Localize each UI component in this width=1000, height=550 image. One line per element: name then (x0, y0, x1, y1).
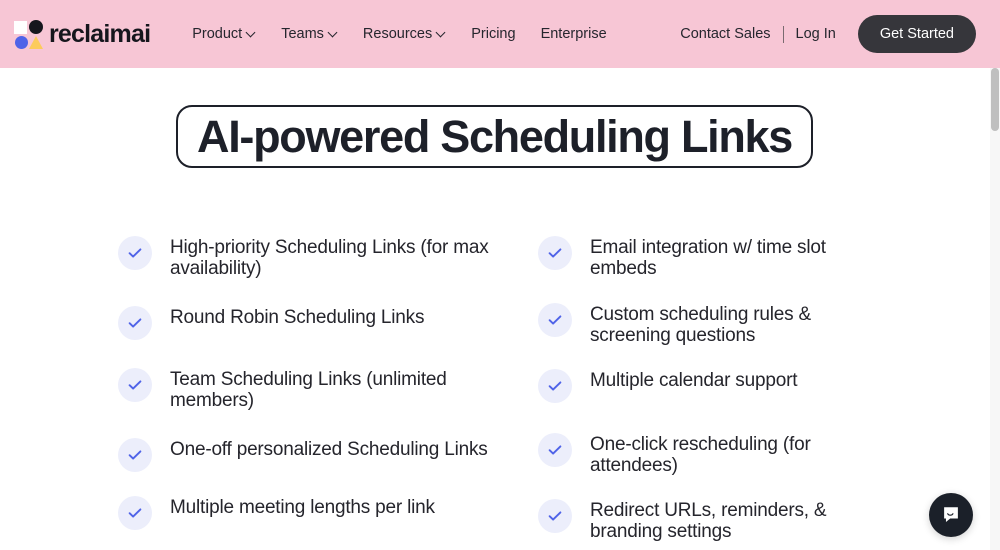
chat-bubble-icon (944, 507, 958, 523)
list-item: One-off personalized Scheduling Links (118, 434, 538, 474)
page-scrollbar-thumb[interactable] (991, 68, 999, 131)
list-item: Multiple calendar support (538, 365, 908, 405)
primary-nav: Product Teams Resources Pricing Enterpri… (192, 27, 606, 42)
chevron-down-icon (329, 29, 338, 38)
logo-square-shape (14, 20, 27, 34)
nav-item-product[interactable]: Product (192, 27, 256, 42)
list-item-label: Round Robin Scheduling Links (170, 306, 425, 328)
brand-logo[interactable]: reclaimai (14, 19, 151, 50)
list-item-label: Email integration w/ time slot embeds (590, 237, 826, 280)
check-icon (118, 367, 152, 402)
nav-item-pricing-label: Pricing (471, 25, 516, 42)
list-item: Multiple meeting lengths per link (118, 492, 538, 532)
check-icon (118, 437, 152, 472)
logo-dark-circle-shape (29, 19, 43, 34)
list-item-label: High-priority Scheduling Links (for max … (170, 237, 489, 280)
nav-item-enterprise[interactable]: Enterprise (541, 27, 607, 42)
check-icon (118, 495, 152, 530)
brand-name: reclaimai (49, 19, 151, 48)
list-item-label: Redirect URLs, reminders, & branding set… (590, 499, 827, 543)
list-item-label: Multiple calendar support (590, 369, 798, 391)
nav-item-enterprise-label: Enterprise (540, 25, 607, 42)
list-item-label: Custom scheduling rules & screening ques… (590, 303, 811, 347)
list-item-label: One-click rescheduling (for attendees) (590, 433, 811, 477)
list-item: Email integration w/ time slot embeds (538, 232, 908, 280)
list-item: Custom scheduling rules & screening ques… (538, 299, 908, 347)
list-item: Team Scheduling Links (unlimited members… (118, 364, 538, 412)
feature-column-left: High-priority Scheduling Links (for max … (118, 232, 538, 550)
get-started-button[interactable]: Get Started (857, 14, 976, 54)
feature-list: High-priority Scheduling Links (for max … (118, 232, 908, 550)
logo-yellow-triangle-shape (29, 35, 43, 49)
list-item: Redirect URLs, reminders, & branding set… (538, 495, 908, 543)
check-icon (538, 236, 572, 270)
scrollbar-navbar-overlay (990, 0, 1000, 68)
page-title: AI-powered Scheduling Links (197, 111, 793, 162)
chat-launcher-button[interactable] (929, 493, 973, 537)
nav-item-pricing[interactable]: Pricing (471, 27, 515, 42)
logo-blue-circle-shape (15, 35, 28, 49)
nav-divider (782, 25, 784, 43)
contact-sales-link[interactable]: Contact Sales (680, 26, 770, 42)
secondary-nav: Contact Sales Log In Get Started (680, 14, 976, 54)
nav-item-teams-label: Teams (281, 25, 324, 42)
reclaim-logo-icon (14, 19, 44, 50)
check-icon (118, 305, 152, 340)
list-item-label: One-off personalized Scheduling Links (170, 438, 488, 460)
chevron-down-icon (437, 29, 446, 38)
list-item: High-priority Scheduling Links (for max … (118, 232, 538, 280)
list-item-label: Team Scheduling Links (unlimited members… (170, 368, 447, 412)
page-root: reclaimai Product Teams Resources Pricin… (0, 0, 1000, 550)
site-navbar: reclaimai Product Teams Resources Pricin… (0, 0, 990, 68)
nav-item-resources[interactable]: Resources (363, 27, 446, 42)
hero-title-box: AI-powered Scheduling Links (176, 105, 813, 168)
nav-item-resources-label: Resources (362, 25, 433, 42)
list-item-label: Multiple meeting lengths per link (170, 496, 435, 518)
check-icon (538, 498, 572, 533)
check-icon (538, 368, 572, 403)
feature-column-right: Email integration w/ time slot embeds Cu… (538, 232, 908, 550)
check-icon (118, 236, 152, 270)
log-in-link[interactable]: Log In (796, 26, 836, 42)
check-icon (538, 432, 572, 467)
chevron-down-icon (247, 29, 256, 38)
check-icon (538, 302, 572, 337)
list-item: One-click rescheduling (for attendees) (538, 429, 908, 477)
list-item: Round Robin Scheduling Links (118, 302, 538, 342)
nav-item-product-label: Product (192, 25, 243, 42)
nav-item-teams[interactable]: Teams (281, 27, 338, 42)
